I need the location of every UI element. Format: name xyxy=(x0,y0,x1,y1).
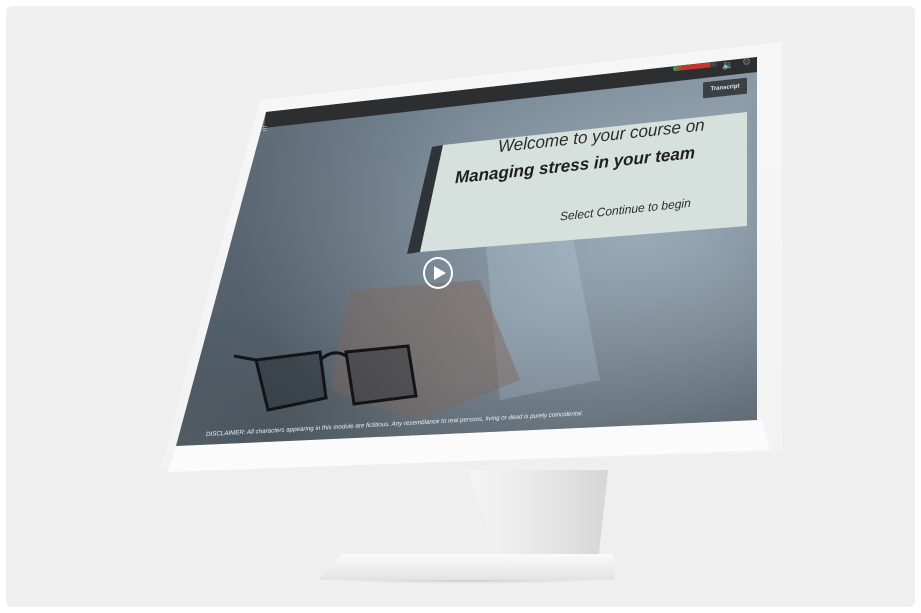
settings-icon[interactable]: ⚙ xyxy=(742,57,751,68)
volume-icon[interactable]: 🔉 xyxy=(722,60,733,71)
monitor: Welcome to your course on Managing stres… xyxy=(0,0,921,613)
play-icon xyxy=(433,266,446,280)
play-button[interactable] xyxy=(423,257,453,289)
menu-icon[interactable]: ☰ xyxy=(262,126,267,133)
glasses-image xyxy=(233,344,418,412)
